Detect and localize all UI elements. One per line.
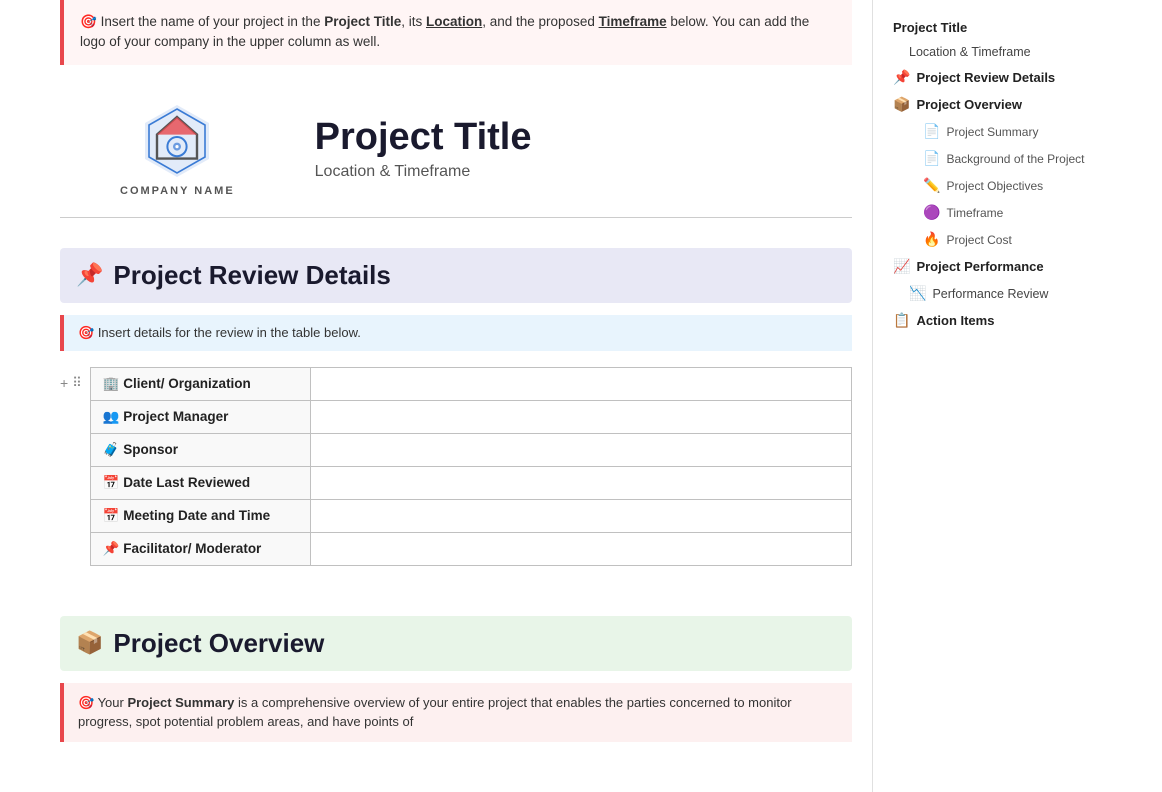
overview-header: 📦 Project Overview xyxy=(60,616,852,671)
drag-handle[interactable]: ⠿ xyxy=(72,375,82,391)
bold-location: Location xyxy=(426,14,482,29)
review-instruction: 🎯 Insert details for the review in the t… xyxy=(60,315,852,351)
sidebar-item-label: Project Review Details xyxy=(916,70,1055,85)
table-label-cell: 🏢 Client/ Organization xyxy=(90,367,310,400)
review-details-section: 📌 Project Review Details 🎯 Insert detail… xyxy=(60,248,852,586)
sidebar-item-action-items[interactable]: 📋 Action Items xyxy=(885,308,1150,333)
row-label: Meeting Date and Time xyxy=(123,508,270,523)
table-row: 📌 Facilitator/ Moderator xyxy=(90,532,851,565)
sidebar-item-icon: ✏️ xyxy=(923,177,940,194)
sidebar-item-label: Project Cost xyxy=(946,233,1011,247)
sidebar-item-project-summary[interactable]: 📄 Project Summary xyxy=(885,119,1150,144)
project-title-text: Project Title xyxy=(315,116,532,159)
row-icon: 🏢 xyxy=(103,376,120,391)
sidebar-item-label: Project Performance xyxy=(916,259,1043,274)
row-label: Project Manager xyxy=(123,409,228,424)
table-label-cell: 📅 Meeting Date and Time xyxy=(90,499,310,532)
sidebar-item-icon: 📦 xyxy=(893,96,910,113)
sidebar-item-icon: 📋 xyxy=(893,312,910,329)
main-content: 🎯 Insert the name of your project in the… xyxy=(0,0,872,792)
project-summary-bold: Project Summary xyxy=(127,695,234,710)
table-value-cell[interactable] xyxy=(310,532,851,565)
sidebar-item-background[interactable]: 📄 Background of the Project xyxy=(885,146,1150,171)
review-icon: 📌 xyxy=(76,262,103,288)
underline-timeframe: Timeframe xyxy=(599,14,667,29)
sidebar-item-label: Background of the Project xyxy=(946,152,1084,166)
row-label: Date Last Reviewed xyxy=(123,475,250,490)
table-value-cell[interactable] xyxy=(310,367,851,400)
table-row: 📅 Meeting Date and Time xyxy=(90,499,851,532)
row-icon: 📅 xyxy=(103,475,120,490)
title-area: Project Title Location & Timeframe xyxy=(315,116,532,181)
sidebar-item-project-review-details[interactable]: 📌 Project Review Details xyxy=(885,65,1150,90)
plus-button[interactable]: + xyxy=(60,375,68,391)
sidebar-item-label: Location & Timeframe xyxy=(909,45,1031,59)
table-row: 📅 Date Last Reviewed xyxy=(90,466,851,499)
sidebar-item-icon: 📄 xyxy=(923,123,940,140)
table-row: 🏢 Client/ Organization xyxy=(90,367,851,400)
sidebar-item-label: Action Items xyxy=(916,313,994,328)
sidebar-item-timeframe[interactable]: 🟣 Timeframe xyxy=(885,200,1150,225)
sidebar-item-icon: 🔥 xyxy=(923,231,940,248)
company-logo xyxy=(137,101,217,181)
row-label: Facilitator/ Moderator xyxy=(123,541,261,556)
overview-section: 📦 Project Overview 🎯 Your Project Summar… xyxy=(60,616,852,742)
sidebar-item-project-title[interactable]: Project Title xyxy=(885,16,1150,39)
sidebar-item-project-cost[interactable]: 🔥 Project Cost xyxy=(885,227,1150,252)
overview-instruction: 🎯 Your Project Summary is a comprehensiv… xyxy=(60,683,852,742)
sidebar: Project Title Location & Timeframe 📌 Projec… xyxy=(872,0,1162,792)
row-icon: 📅 xyxy=(103,508,120,523)
overview-icon: 📦 xyxy=(76,630,103,656)
review-instruction-icon: 🎯 xyxy=(78,325,94,340)
row-label: Client/ Organization xyxy=(123,376,251,391)
row-icon: 📌 xyxy=(103,541,120,556)
review-title: Project Review Details xyxy=(113,260,390,291)
row-label: Sponsor xyxy=(123,442,178,457)
table-value-cell[interactable] xyxy=(310,499,851,532)
overview-icon-target: 🎯 xyxy=(78,695,94,710)
table-row: 🧳 Sponsor xyxy=(90,433,851,466)
sidebar-item-objectives[interactable]: ✏️ Project Objectives xyxy=(885,173,1150,198)
sidebar-item-icon: 📄 xyxy=(923,150,940,167)
project-location-timeframe: Location & Timeframe xyxy=(315,163,532,181)
instruction-box: 🎯 Insert the name of your project in the… xyxy=(60,0,852,65)
logo-area: COMPANY NAME xyxy=(120,101,235,197)
review-details-header: 📌 Project Review Details xyxy=(60,248,852,303)
review-table: 🏢 Client/ Organization 👥 Project Manager… xyxy=(90,367,852,566)
project-header: COMPANY NAME Project Title Location & Ti… xyxy=(60,81,852,218)
sidebar-item-label: Performance Review xyxy=(932,287,1048,301)
table-value-cell[interactable] xyxy=(310,433,851,466)
sidebar-item-performance-review[interactable]: 📉 Performance Review xyxy=(885,281,1150,306)
sidebar-item-location-timeframe[interactable]: Location & Timeframe xyxy=(885,41,1150,63)
sidebar-item-label: Project Title xyxy=(893,20,967,35)
sidebar-item-label: Timeframe xyxy=(946,206,1003,220)
row-icon: 👥 xyxy=(103,409,120,424)
sidebar-item-project-overview[interactable]: 📦 Project Overview xyxy=(885,92,1150,117)
sidebar-item-icon: 📌 xyxy=(893,69,910,86)
sidebar-item-icon: 📈 xyxy=(893,258,910,275)
sidebar-item-label: Project Summary xyxy=(946,125,1038,139)
instruction-text: Insert the name of your project in the P… xyxy=(80,14,809,49)
sidebar-item-icon: 🟣 xyxy=(923,204,940,221)
sidebar-item-label: Project Objectives xyxy=(946,179,1043,193)
table-label-cell: 📌 Facilitator/ Moderator xyxy=(90,532,310,565)
table-label-cell: 🧳 Sponsor xyxy=(90,433,310,466)
sidebar-item-label: Project Overview xyxy=(916,97,1022,112)
overview-title: Project Overview xyxy=(113,628,324,659)
table-container: + ⠿ 🏢 Client/ Organization 👥 Project Man… xyxy=(60,367,852,586)
table-row: 👥 Project Manager xyxy=(90,400,851,433)
company-name-label: COMPANY NAME xyxy=(120,185,235,197)
row-controls[interactable]: + ⠿ xyxy=(60,367,82,391)
instruction-icon: 🎯 xyxy=(80,14,97,29)
sidebar-item-icon: 📉 xyxy=(909,285,926,302)
table-value-cell[interactable] xyxy=(310,400,851,433)
table-label-cell: 👥 Project Manager xyxy=(90,400,310,433)
review-instruction-text: Insert details for the review in the tab… xyxy=(98,325,361,340)
row-icon: 🧳 xyxy=(103,442,120,457)
sidebar-item-project-performance[interactable]: 📈 Project Performance xyxy=(885,254,1150,279)
bold-project-title: Project Title xyxy=(324,14,401,29)
table-label-cell: 📅 Date Last Reviewed xyxy=(90,466,310,499)
table-value-cell[interactable] xyxy=(310,466,851,499)
